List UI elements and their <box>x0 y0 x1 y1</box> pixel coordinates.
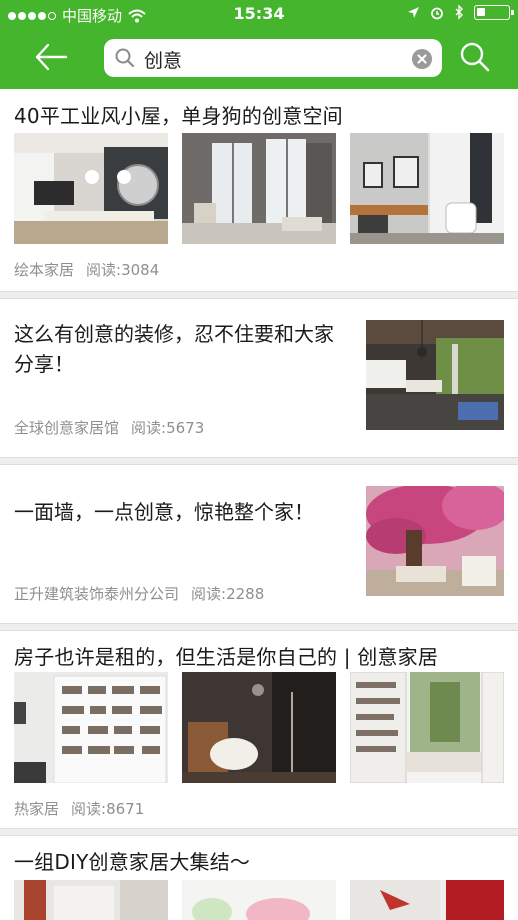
section-divider <box>0 828 518 836</box>
article-card[interactable]: 房子也许是租的，但生活是你自己的 | 创意家居 热家居 阅读:8671 <box>0 631 518 828</box>
section-divider <box>0 291 518 299</box>
section-divider <box>0 457 518 465</box>
section-divider <box>0 623 518 631</box>
bluetooth-icon <box>455 5 463 20</box>
article-title: 一组DIY创意家居大集结～ <box>14 850 251 874</box>
article-read-count: 阅读:2288 <box>191 585 265 603</box>
article-thumbnail <box>366 486 504 596</box>
article-source: 全球创意家居馆 <box>14 419 120 437</box>
article-card[interactable]: 40平工业风小屋，单身狗的创意空间 绘本家居 阅读:3084 <box>0 89 518 291</box>
article-meta: 正升建筑装饰泰州分公司 阅读:2288 <box>14 583 264 604</box>
article-meta: 全球创意家居馆 阅读:5673 <box>14 417 204 438</box>
article-source: 热家居 <box>14 800 60 818</box>
back-button[interactable] <box>24 38 76 76</box>
article-meta: 热家居 阅读:8671 <box>14 798 144 819</box>
article-title: 房子也许是租的，但生活是你自己的 | 创意家居 <box>14 645 439 669</box>
article-thumbnail <box>182 880 336 920</box>
article-thumbnail <box>350 672 504 783</box>
location-arrow-icon <box>408 7 419 18</box>
search-button[interactable] <box>456 37 494 77</box>
clear-search-button[interactable] <box>412 49 432 69</box>
article-source: 绘本家居 <box>14 261 75 279</box>
nav-bar: 创意 <box>0 28 518 89</box>
article-title: 一面墙，一点创意，惊艳整个家！ <box>14 500 314 524</box>
article-card[interactable]: 这么有创意的装修，忍不住要和大家分享！ 全球创意家居馆 阅读:5673 <box>0 299 518 457</box>
search-icon <box>460 42 490 72</box>
article-thumbnail <box>14 880 168 920</box>
article-thumbnail <box>350 133 504 244</box>
search-input[interactable]: 创意 <box>144 46 182 73</box>
alarm-icon <box>431 7 443 19</box>
status-right <box>407 5 514 20</box>
article-title: 40平工业风小屋，单身狗的创意空间 <box>14 104 343 128</box>
battery-icon <box>474 5 514 20</box>
article-thumbnail <box>182 133 336 244</box>
article-thumbnail <box>14 672 168 783</box>
top-header: 中国移动 15:34 创意 <box>0 0 518 89</box>
article-thumbnail <box>366 320 504 430</box>
status-bar: 中国移动 15:34 <box>0 0 518 28</box>
article-card[interactable]: 一组DIY创意家居大集结～ <box>0 836 518 920</box>
article-read-count: 阅读:8671 <box>71 800 145 818</box>
search-field-icon <box>115 48 135 68</box>
article-card[interactable]: 一面墙，一点创意，惊艳整个家！ 正升建筑装饰泰州分公司 阅读:2288 <box>0 465 518 623</box>
article-title: 这么有创意的装修，忍不住要和大家分享！ <box>14 322 334 376</box>
article-thumbnail <box>182 672 336 783</box>
article-read-count: 阅读:3084 <box>86 261 160 279</box>
article-source: 正升建筑装饰泰州分公司 <box>14 585 180 603</box>
article-thumbnail <box>14 133 168 244</box>
article-read-count: 阅读:5673 <box>131 419 205 437</box>
article-meta: 绘本家居 阅读:3084 <box>14 259 159 280</box>
article-thumbnail <box>350 880 504 920</box>
clear-x-icon <box>417 54 427 64</box>
search-field[interactable]: 创意 <box>104 39 442 77</box>
arrow-left-icon <box>35 43 68 71</box>
